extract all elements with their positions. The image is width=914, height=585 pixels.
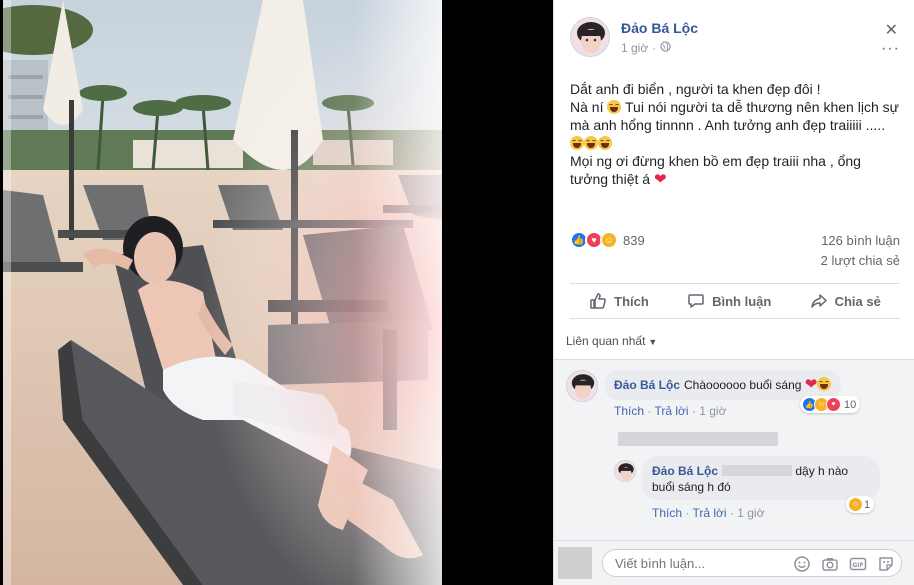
comment-like-link[interactable]: Thích <box>614 404 644 418</box>
post-line-2: Nà ní Tui nói người ta dễ thương nên khe… <box>570 98 900 152</box>
comment-author[interactable]: Đảo Bá Lộc <box>614 378 680 392</box>
photo-viewer <box>0 0 552 585</box>
comment-composer: GIF <box>554 540 914 585</box>
share-icon <box>810 292 828 310</box>
comment-button[interactable]: Bình luận <box>687 292 771 310</box>
author-name[interactable]: Đảo Bá Lộc <box>621 20 698 36</box>
post-line-3a: Mọi ng ơi đừng khen bồ em đẹp traiii nha… <box>570 153 861 187</box>
facebook-photo-viewer: Đảo Bá Lộc 1 giờ · ✕ ··· Dắt anh đi biển… <box>0 0 914 585</box>
censored-reply-text <box>618 432 778 446</box>
post-meta: 1 giờ · <box>621 41 671 55</box>
comments-list: Đảo Bá Lộc Chàoooooo buổi sáng ❤ 👍 ☺ ♥ 10… <box>554 360 914 540</box>
comment-reactions[interactable]: 👍 ☺ ♥ 10 <box>800 396 861 413</box>
post-panel: Đảo Bá Lộc 1 giờ · ✕ ··· Dắt anh đi biển… <box>553 0 914 585</box>
comment-icon <box>687 292 705 310</box>
reply-text-b: buổi sáng h đó <box>652 480 731 494</box>
like-label: Thích <box>614 293 649 309</box>
dot-separator: · <box>652 41 657 55</box>
sticker-icon[interactable] <box>877 555 895 573</box>
svg-text:GIF: GIF <box>852 562 863 569</box>
comment-reply-link[interactable]: Trả lời <box>654 404 688 418</box>
share-label: Chia sẻ <box>834 293 881 309</box>
comment-input[interactable] <box>615 556 775 571</box>
camera-icon[interactable] <box>821 555 839 573</box>
laughing-emoji-icon <box>817 377 832 391</box>
laughing-emoji-icon <box>607 100 622 114</box>
beach-photo[interactable] <box>3 0 442 585</box>
love-reaction-icon: ♥ <box>826 397 841 412</box>
post-line-2a: Nà ní <box>570 99 604 115</box>
sort-label: Liên quan nhất <box>566 334 646 348</box>
comment-time[interactable]: 1 giờ <box>699 404 726 418</box>
reply-actions: Thích · Trả lời · 1 giờ <box>652 506 765 520</box>
post-stats: 👍 ♥ ☺ 839 126 bình luận 2 lượt chia sẻ <box>570 231 900 271</box>
my-avatar-censored <box>558 547 592 579</box>
thumbs-up-icon <box>589 292 607 310</box>
share-button[interactable]: Chia sẻ <box>810 292 881 310</box>
reaction-count: 839 <box>623 232 645 248</box>
reply-time[interactable]: 1 giờ <box>737 506 764 520</box>
censored-mention <box>722 465 793 476</box>
laughing-emoji-icon <box>570 136 584 150</box>
comment-count[interactable]: 126 bình luận <box>821 233 900 248</box>
post-line-1: Dắt anh đi biển , người ta khen đẹp đôi … <box>570 81 821 97</box>
reaction-summary[interactable]: 👍 ♥ ☺ 839 <box>570 231 645 249</box>
comment-text: Chàoooooo buổi sáng <box>684 378 802 392</box>
close-icon[interactable]: ✕ <box>885 20 898 40</box>
post-actions: Thích Bình luận Chia sẻ <box>570 283 900 319</box>
comment-reaction-count: 10 <box>844 398 857 411</box>
laughing-emoji-icon <box>584 136 598 150</box>
reply-bubble: Đảo Bá Lộc dậy h nào buổi sáng h đó <box>642 456 880 500</box>
author-avatar[interactable] <box>570 17 610 57</box>
commenter-avatar[interactable] <box>566 370 598 402</box>
more-options-icon[interactable]: ··· <box>881 40 900 58</box>
laughing-emoji-icon <box>598 136 612 150</box>
like-button[interactable]: Thích <box>589 292 649 310</box>
post-text: Dắt anh đi biển , người ta khen đẹp đôi … <box>570 80 900 189</box>
haha-reaction-icon: ☺ <box>848 497 863 512</box>
emoji-icon[interactable] <box>793 555 811 573</box>
comment-actions: Thích · Trả lời · 1 giờ <box>614 404 727 418</box>
heart-emoji-icon: ❤ <box>804 376 818 393</box>
post-time[interactable]: 1 giờ <box>621 41 648 55</box>
caret-down-icon: ▼ <box>648 337 658 347</box>
heart-emoji-icon: ❤ <box>653 171 667 188</box>
share-count[interactable]: 2 lượt chia sẻ <box>821 253 900 268</box>
comment-field: GIF <box>602 549 902 577</box>
reply-like-link[interactable]: Thích <box>652 506 682 520</box>
gif-icon[interactable]: GIF <box>849 555 867 573</box>
reply-text-a: dậy h nào <box>795 464 849 478</box>
comment-label: Bình luận <box>712 293 772 309</box>
globe-icon[interactable] <box>660 41 671 55</box>
reply-avatar[interactable] <box>614 460 636 482</box>
comment-sort-dropdown[interactable]: Liên quan nhất ▼ <box>554 324 914 360</box>
reply-reaction-count: 1 <box>864 498 871 511</box>
reply-reply-link[interactable]: Trả lời <box>692 506 726 520</box>
reply-reactions[interactable]: ☺ 1 <box>846 496 875 513</box>
post-line-3: Mọi ng ơi đừng khen bồ em đẹp traiii nha… <box>570 152 900 189</box>
haha-reaction-icon: ☺ <box>600 231 618 249</box>
reply-author[interactable]: Đảo Bá Lộc <box>652 464 718 478</box>
